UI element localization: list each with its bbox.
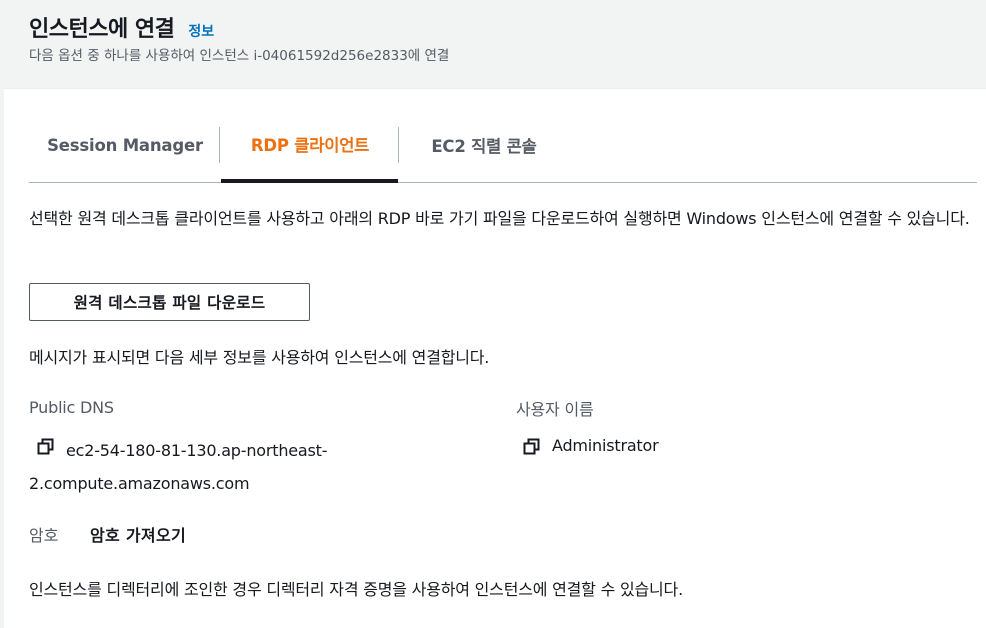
page-subtitle: 다음 옵션 중 하나를 사용하여 인스턴스 i-04061592d256e283…: [29, 48, 450, 64]
copy-icon[interactable]: [523, 438, 540, 455]
tab-separator: [219, 127, 220, 163]
info-link[interactable]: 정보: [188, 21, 214, 41]
download-rdp-file-button[interactable]: 원격 데스크톱 파일 다운로드: [29, 283, 310, 321]
active-tab-indicator: [221, 179, 398, 183]
get-password-button[interactable]: 암호 가져오기: [90, 522, 186, 546]
rdp-description: 선택한 원격 데스크톱 클라이언트를 사용하고 아래의 RDP 바로 가기 파일…: [29, 209, 970, 228]
connection-tabs: Session Manager RDP 클라이언트 EC2 직렬 콘솔: [29, 127, 977, 183]
title-row: 인스턴스에 연결 정보: [29, 11, 214, 43]
username-label: 사용자 이름: [516, 400, 594, 419]
public-dns-label: Public DNS: [29, 398, 114, 417]
page-header: 인스턴스에 연결 정보 다음 옵션 중 하나를 사용하여 인스턴스 i-0406…: [0, 0, 986, 88]
tab-session-manager-label: Session Manager: [47, 135, 203, 155]
tab-session-manager[interactable]: Session Manager: [29, 127, 221, 183]
directory-note: 인스턴스를 디렉터리에 조인한 경우 디렉터리 자격 증명을 사용하여 인스턴스…: [29, 580, 683, 599]
tab-rdp-client[interactable]: RDP 클라이언트: [221, 127, 399, 183]
password-label: 암호: [29, 526, 59, 545]
tab-ec2-serial-console-label: EC2 직렬 콘솔: [431, 137, 537, 156]
username-value: Administrator: [552, 436, 659, 455]
tab-rdp-client-label: RDP 클라이언트: [250, 136, 370, 155]
page-title: 인스턴스에 연결: [29, 17, 175, 42]
connect-panel: Session Manager RDP 클라이언트 EC2 직렬 콘솔 선택한 …: [4, 88, 986, 628]
public-dns-value: ec2-54-180-81-130.ap-northeast-2.compute…: [29, 441, 328, 493]
tab-ec2-serial-console[interactable]: EC2 직렬 콘솔: [399, 127, 569, 183]
connection-prompt-text: 메시지가 표시되면 다음 세부 정보를 사용하여 인스턴스에 연결합니다.: [29, 348, 490, 367]
